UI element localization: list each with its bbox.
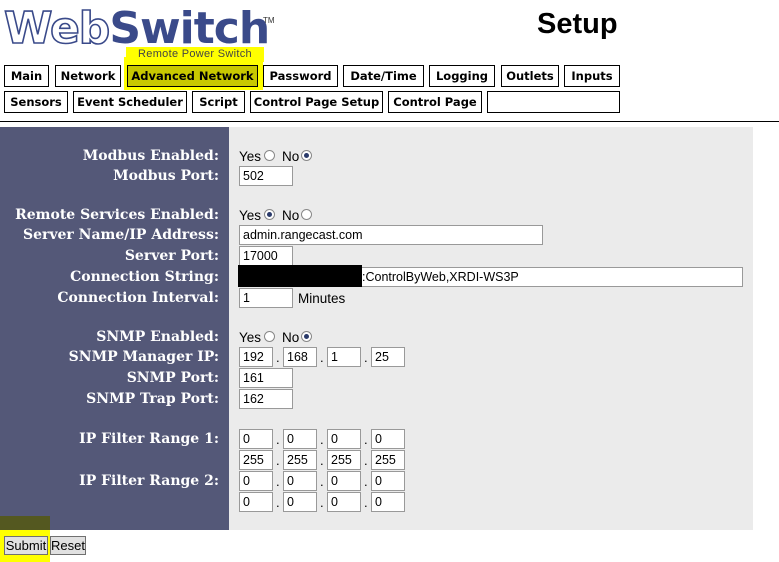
ip-filter-1-start-octet-3[interactable]: 0 [327, 429, 361, 449]
snmp-yes-label: Yes [239, 330, 262, 345]
snmp-manager-octet-3[interactable]: 1 [327, 347, 361, 367]
snmp-port-input[interactable]: 161 [239, 368, 293, 388]
snmp-manager-octet-1[interactable]: 192 [239, 347, 273, 367]
tab-script[interactable]: Script [192, 91, 245, 113]
snmp-enabled-label: SNMP Enabled: [96, 329, 219, 345]
logo-web-text: Web [3, 3, 111, 55]
connection-string-label: Connection String: [70, 269, 219, 285]
ip-dot: . [320, 474, 324, 489]
logo-trademark: TM [263, 16, 275, 25]
header: WebSwitch TM Remote Power Switch Setup [0, 0, 779, 62]
minutes-label: Minutes [298, 291, 346, 306]
modbus-port-label: Modbus Port: [113, 168, 219, 184]
ip-filter-1-end-octet-3[interactable]: 255 [327, 450, 361, 470]
page-title: Setup [537, 8, 618, 40]
ip-dot: . [276, 453, 280, 468]
ip-filter-2-end-octet-4[interactable]: 0 [371, 492, 405, 512]
tab-password[interactable]: Password [263, 65, 338, 87]
snmp-manager-octet-2[interactable]: 168 [283, 347, 317, 367]
snmp-yes-radio[interactable] [264, 331, 275, 342]
tab-empty [487, 91, 620, 113]
modbus-port-input[interactable]: 502 [239, 166, 293, 186]
webswitch-logo: WebSwitch TM Remote Power Switch [3, 3, 275, 62]
ip-filter-1-label: IP Filter Range 1: [79, 431, 219, 447]
modbus-no-radio[interactable] [301, 150, 312, 161]
tab-sensors[interactable]: Sensors [4, 91, 68, 113]
remote-yes-label: Yes [239, 208, 262, 223]
ip-dot: . [364, 453, 368, 468]
snmp-trap-port-input[interactable]: 162 [239, 389, 293, 409]
remote-no-radio[interactable] [301, 209, 312, 220]
ip-dot: . [320, 495, 324, 510]
remote-yes-radio[interactable] [264, 209, 275, 220]
tab-main[interactable]: Main [4, 65, 49, 87]
tab-date-time[interactable]: Date/Time [343, 65, 424, 87]
ip-dot: . [364, 495, 368, 510]
submit-highlight-shade [0, 516, 50, 530]
ip-dot: . [276, 350, 280, 365]
redaction-box [238, 265, 362, 287]
snmp-manager-octet-4[interactable]: 25 [371, 347, 405, 367]
server-port-label: Server Port: [124, 248, 219, 264]
connection-interval-input[interactable]: 1 [239, 288, 293, 308]
reset-button[interactable]: Reset [50, 536, 86, 555]
snmp-manager-label: SNMP Manager IP: [68, 349, 219, 365]
snmp-trap-port-label: SNMP Trap Port: [86, 391, 219, 407]
ip-filter-1-start-octet-1[interactable]: 0 [239, 429, 273, 449]
ip-dot: . [364, 350, 368, 365]
ip-dot: . [364, 432, 368, 447]
connection-interval-label: Connection Interval: [57, 290, 219, 306]
ip-filter-2-start-octet-2[interactable]: 0 [283, 471, 317, 491]
server-name-label: Server Name/IP Address: [23, 227, 219, 243]
ip-filter-1-start-octet-2[interactable]: 0 [283, 429, 317, 449]
tab-event-scheduler[interactable]: Event Scheduler [73, 91, 187, 113]
modbus-yes-radio[interactable] [264, 150, 275, 161]
snmp-port-label: SNMP Port: [126, 370, 219, 386]
ip-filter-2-start-octet-3[interactable]: 0 [327, 471, 361, 491]
server-name-input[interactable]: admin.rangecast.com [239, 225, 543, 245]
ip-dot: . [320, 432, 324, 447]
tab-advanced-network[interactable]: Advanced Network [127, 65, 258, 87]
ip-dot: . [364, 474, 368, 489]
ip-dot: . [320, 453, 324, 468]
modbus-yes-label: Yes [239, 149, 262, 164]
tab-network[interactable]: Network [55, 65, 121, 87]
ip-filter-2-label: IP Filter Range 2: [79, 473, 219, 489]
ip-dot: . [276, 474, 280, 489]
tab-outlets[interactable]: Outlets [501, 65, 559, 87]
ip-filter-2-start-octet-1[interactable]: 0 [239, 471, 273, 491]
ip-filter-2-start-octet-4[interactable]: 0 [371, 471, 405, 491]
ip-filter-1-end-octet-1[interactable]: 255 [239, 450, 273, 470]
header-divider [0, 121, 779, 122]
ip-dot: . [276, 432, 280, 447]
server-port-input[interactable]: 17000 [239, 246, 293, 266]
ip-dot: . [320, 350, 324, 365]
submit-button[interactable]: Submit [4, 536, 48, 555]
modbus-enabled-label: Modbus Enabled: [82, 148, 219, 164]
snmp-no-radio[interactable] [301, 331, 312, 342]
ip-filter-2-end-octet-3[interactable]: 0 [327, 492, 361, 512]
ip-filter-1-start-octet-4[interactable]: 0 [371, 429, 405, 449]
snmp-no-label: No [282, 330, 300, 345]
ip-filter-1-end-octet-4[interactable]: 255 [371, 450, 405, 470]
tab-control-page-setup[interactable]: Control Page Setup [250, 91, 383, 113]
ip-filter-2-end-octet-2[interactable]: 0 [283, 492, 317, 512]
remote-services-label: Remote Services Enabled: [15, 207, 219, 223]
modbus-no-label: No [282, 149, 300, 164]
ip-filter-2-end-octet-1[interactable]: 0 [239, 492, 273, 512]
tab-control-page[interactable]: Control Page [388, 91, 482, 113]
ip-filter-1-end-octet-2[interactable]: 255 [283, 450, 317, 470]
tab-logging[interactable]: Logging [429, 65, 495, 87]
ip-dot: . [276, 495, 280, 510]
remote-no-label: No [282, 208, 300, 223]
tab-inputs[interactable]: Inputs [564, 65, 620, 87]
